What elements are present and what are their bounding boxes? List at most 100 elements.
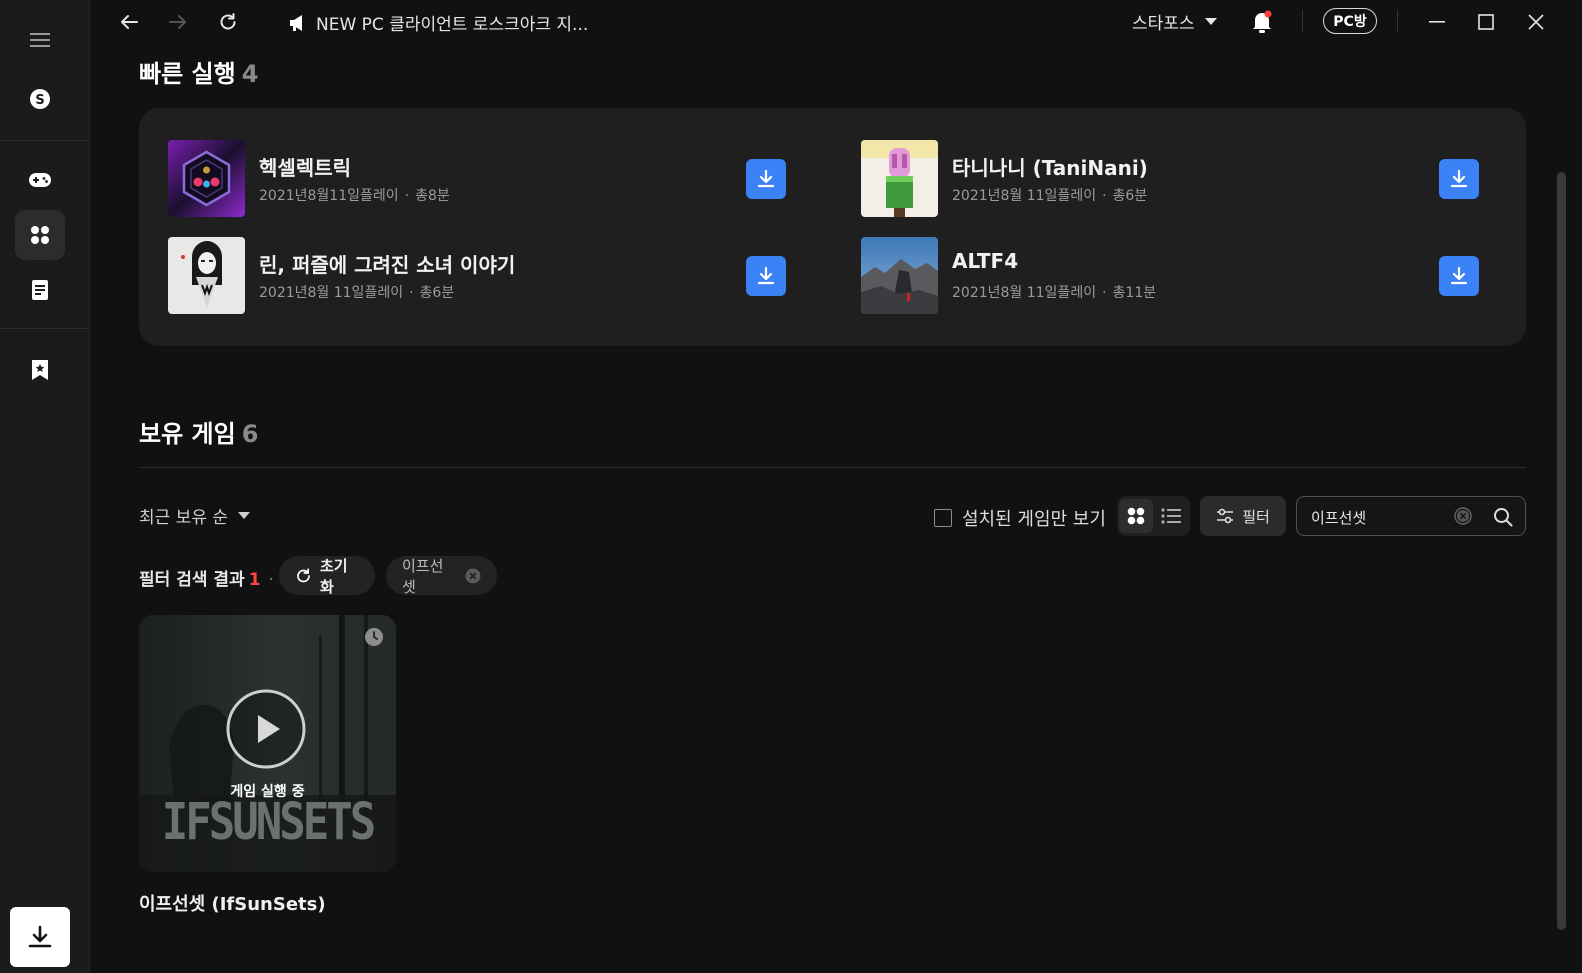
- installed-only-checkbox[interactable]: 설치된 게임만 보기: [934, 505, 1106, 531]
- notifications-button[interactable]: [1248, 8, 1276, 36]
- megaphone-icon: [290, 14, 302, 31]
- library-icon: [31, 226, 49, 244]
- refresh-icon: [297, 567, 310, 582]
- game-name: 타니나니 (TaniNani): [952, 156, 1148, 180]
- install-button[interactable]: [746, 159, 786, 199]
- sidebar-divider: [0, 328, 89, 329]
- arrow-right-icon: [169, 15, 186, 29]
- download-icon: [28, 925, 52, 948]
- quick-launch-item[interactable]: 타니나니 (TaniNani) 2021년8월 11일플레이 · 총6분: [861, 140, 1481, 218]
- list-view-button[interactable]: [1154, 499, 1188, 533]
- sort-dropdown[interactable]: 최근 보유 순: [139, 503, 251, 528]
- notice-ticker[interactable]: NEW PC 클라이언트 로스크아크 지...: [288, 10, 588, 35]
- game-name: 린, 퍼즐에 그려진 소녀 이야기: [259, 253, 516, 277]
- last-played: 2021년8월 11일플레이: [952, 285, 1097, 301]
- quick-launch-item[interactable]: 린, 퍼즐에 그려진 소녀 이야기 2021년8월 11일플레이 · 총6분: [168, 237, 788, 315]
- sidebar: S: [0, 0, 90, 973]
- game-name: 헥셀렉트릭: [259, 156, 351, 180]
- menu-icon: [30, 33, 50, 47]
- game-meta: 2021년8월 11일플레이 · 총6분: [952, 188, 1148, 204]
- sort-label: 최근 보유 순: [139, 508, 229, 528]
- document-icon: [32, 280, 48, 300]
- owned-games-heading: 보유 게임 6: [139, 414, 258, 449]
- menu-button[interactable]: [15, 15, 65, 65]
- filter-result-separator: ·: [268, 570, 274, 590]
- game-logo: IFSUNSETS: [161, 793, 376, 852]
- download-icon: [757, 266, 775, 285]
- game-card-title[interactable]: 이프선셋 (IfSunSets): [139, 890, 326, 916]
- search-input[interactable]: [1309, 506, 1453, 528]
- play-icon[interactable]: [225, 688, 307, 770]
- stove-home-button[interactable]: S: [15, 74, 65, 124]
- game-card[interactable]: 게임 실행 중 IFSUNSETS: [139, 615, 396, 872]
- scrollbar-thumb[interactable]: [1557, 172, 1566, 930]
- game-meta: 2021년8월 11일플레이 · 총6분: [259, 285, 455, 301]
- grid-icon: [1127, 507, 1145, 525]
- refresh-icon: [220, 13, 236, 30]
- search-icon[interactable]: [1492, 506, 1514, 528]
- grid-view-button[interactable]: [1119, 499, 1153, 533]
- back-button[interactable]: [115, 8, 143, 36]
- divider: [1397, 10, 1398, 32]
- maximize-icon: [1478, 14, 1494, 30]
- filter-result-label: 필터 검색 결과: [139, 570, 245, 590]
- close-button[interactable]: [1522, 8, 1550, 36]
- owned-games-title: 보유 게임: [139, 420, 236, 448]
- close-icon: [1528, 14, 1544, 30]
- game-meta: 2021년8월 11일플레이 · 총11분: [952, 285, 1157, 301]
- game-thumbnail: [861, 237, 938, 314]
- play-time: 총8분: [415, 188, 450, 204]
- game-thumbnail: [168, 237, 245, 314]
- quick-launch-count: 4: [241, 60, 259, 88]
- view-toggle: [1117, 496, 1190, 536]
- filter-result-summary: 필터 검색 결과 1 ·: [139, 565, 274, 590]
- filter-chip-label: 이프선셋: [402, 556, 444, 596]
- chevron-down-icon: [238, 511, 251, 519]
- sidebar-item-news[interactable]: [15, 265, 65, 315]
- game-name: ALTF4: [952, 249, 1019, 273]
- remove-chip-icon[interactable]: [465, 568, 481, 584]
- reset-label: 초기화: [319, 556, 348, 596]
- checkbox-box[interactable]: [934, 509, 952, 527]
- maximize-button[interactable]: [1472, 8, 1500, 36]
- sidebar-item-library[interactable]: [15, 210, 65, 260]
- filter-chip[interactable]: 이프선셋: [386, 556, 497, 596]
- downloads-button[interactable]: [10, 907, 70, 967]
- download-icon: [1450, 266, 1468, 285]
- reset-filter-button[interactable]: 초기화: [279, 556, 375, 596]
- refresh-button[interactable]: [214, 8, 242, 36]
- stove-logo-icon: S: [30, 89, 50, 109]
- gamepad-icon: [29, 173, 51, 187]
- pcbang-badge[interactable]: PC방: [1323, 8, 1377, 34]
- quick-launch-item[interactable]: ALTF4 2021년8월 11일플레이 · 총11분: [861, 237, 1481, 315]
- arrow-left-icon: [121, 15, 138, 29]
- minimize-button[interactable]: [1423, 8, 1451, 36]
- clear-search-icon[interactable]: [1454, 507, 1472, 525]
- game-thumbnail: [168, 140, 245, 217]
- account-dropdown[interactable]: 스타포스: [1132, 9, 1217, 34]
- play-time: 총6분: [419, 285, 455, 301]
- installed-only-label: 설치된 게임만 보기: [962, 509, 1106, 530]
- sidebar-item-wishlist[interactable]: [15, 345, 65, 395]
- title-bar: NEW PC 클라이언트 로스크아크 지... 스타포스 PC방: [90, 0, 1582, 44]
- bell-icon: [1253, 10, 1272, 33]
- forward-button[interactable]: [164, 8, 192, 36]
- play-time: 총6분: [1112, 188, 1148, 204]
- quick-launch-heading: 빠른 실행 4: [139, 54, 258, 89]
- install-button[interactable]: [1439, 256, 1479, 296]
- sliders-icon: [1217, 508, 1234, 524]
- sidebar-item-games[interactable]: [15, 155, 65, 205]
- divider: [1302, 10, 1303, 32]
- game-thumbnail: [861, 140, 938, 217]
- quick-launch-title: 빠른 실행: [139, 60, 236, 88]
- filter-button[interactable]: 필터: [1200, 496, 1286, 536]
- game-meta: 2021년8월11일플레이 · 총8분: [259, 188, 450, 204]
- quick-launch-item[interactable]: 헥셀렉트릭 2021년8월11일플레이 · 총8분: [168, 140, 788, 218]
- install-button[interactable]: [746, 256, 786, 296]
- download-icon: [757, 169, 775, 188]
- last-played: 2021년8월 11일플레이: [952, 188, 1097, 204]
- list-icon: [1161, 508, 1181, 524]
- install-button[interactable]: [1439, 159, 1479, 199]
- game-search: [1296, 496, 1526, 536]
- bookmark-star-icon: [32, 360, 48, 380]
